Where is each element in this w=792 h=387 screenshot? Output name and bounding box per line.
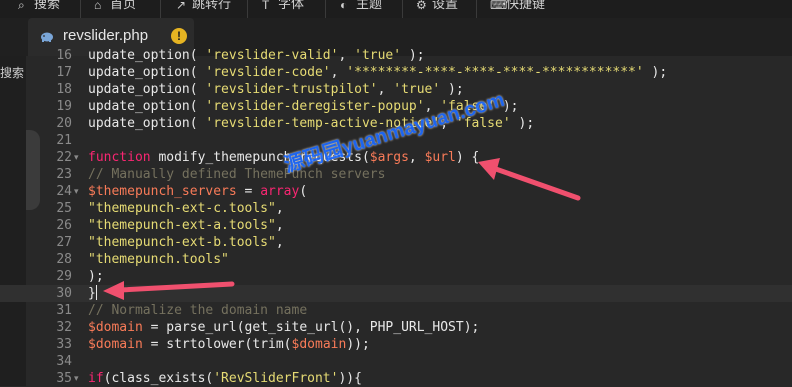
annotation-arrows [103, 158, 581, 300]
arrow-to-closing-brace [103, 281, 235, 300]
arrow-to-function-line [478, 158, 581, 201]
